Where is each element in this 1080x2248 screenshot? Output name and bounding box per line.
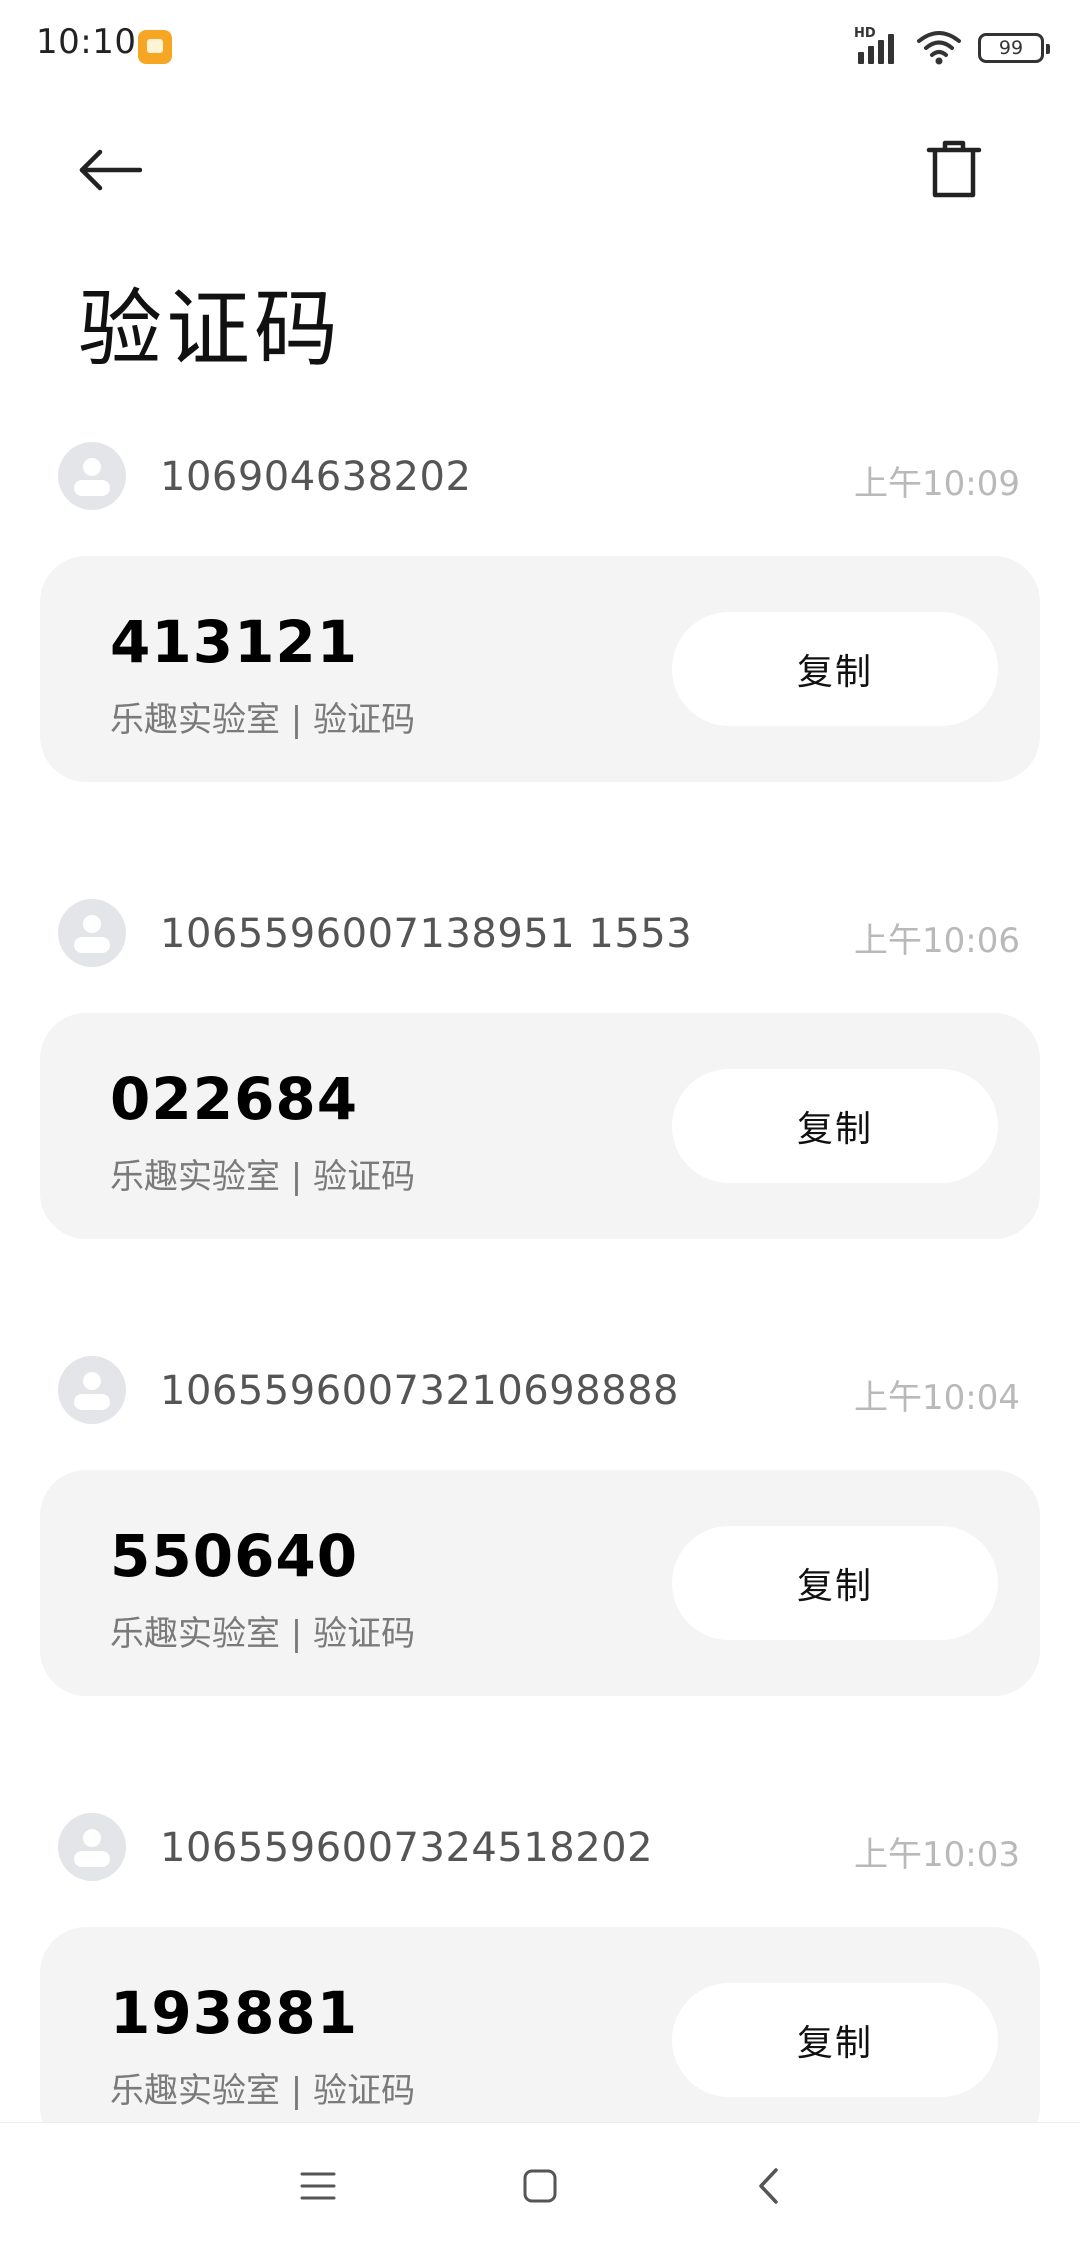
trash-icon (926, 140, 982, 198)
avatar-icon (58, 442, 126, 510)
avatar-icon (58, 899, 126, 967)
message-item: 106904638202 上午10:09 413121 乐趣实验室 | 验证码 … (0, 432, 1080, 889)
sender-row: 106904638202 上午10:09 (58, 432, 1020, 520)
code-description: 乐趣实验室 | 验证码 (110, 1614, 416, 1654)
page-title: 验证码 (78, 280, 343, 378)
message-time: 上午10:06 (854, 921, 1020, 961)
verification-code: 413121 (110, 608, 359, 676)
code-description: 乐趣实验室 | 验证码 (110, 1157, 416, 1197)
status-bar: 10:10 HD 99 (0, 0, 1080, 96)
battery-icon: 99 (978, 33, 1050, 63)
message-item: 10655960073210698888 上午10:04 550640 乐趣实验… (0, 1346, 1080, 1803)
battery-level: 99 (998, 37, 1024, 59)
signal-hd-label: HD (854, 26, 876, 41)
arrow-left-icon (79, 149, 142, 191)
message-item: 1065596007138951 1553 上午10:06 022684 乐趣实… (0, 889, 1080, 1346)
nav-home-button[interactable] (500, 2153, 580, 2219)
status-time: 10:10 (36, 22, 137, 62)
code-description: 乐趣实验室 | 验证码 (110, 700, 416, 740)
code-card: 413121 乐趣实验室 | 验证码 复制 (40, 556, 1040, 782)
delete-button[interactable] (920, 136, 988, 204)
sender-row: 1065596007138951 1553 上午10:06 (58, 889, 1020, 977)
sender-number: 10655960073210698888 (160, 1368, 679, 1414)
message-time: 上午10:04 (854, 1378, 1020, 1418)
chevron-left-icon (759, 2168, 778, 2204)
verification-code: 550640 (110, 1522, 359, 1590)
nav-back-button[interactable] (728, 2153, 808, 2219)
sender-number: 1065596007138951 1553 (160, 911, 693, 957)
menu-icon (300, 2172, 336, 2200)
avatar-icon (58, 1356, 126, 1424)
copy-button[interactable]: 复制 (672, 1983, 998, 2097)
copy-button[interactable]: 复制 (672, 1526, 998, 1640)
sender-number: 1065596007324518202 (160, 1825, 654, 1871)
copy-button[interactable]: 复制 (672, 612, 998, 726)
status-indicators: HD 99 (854, 26, 1050, 70)
system-nav-bar (0, 2122, 1080, 2248)
code-card: 193881 乐趣实验室 | 验证码 复制 (40, 1927, 1040, 2153)
verification-code: 022684 (110, 1065, 359, 1133)
message-time: 上午10:03 (854, 1835, 1020, 1875)
code-card: 550640 乐趣实验室 | 验证码 复制 (40, 1470, 1040, 1696)
sender-row: 1065596007324518202 上午10:03 (58, 1803, 1020, 1891)
cellular-signal-icon: HD (854, 26, 900, 68)
copy-button[interactable]: 复制 (672, 1069, 998, 1183)
wifi-icon (917, 31, 961, 65)
sender-row: 10655960073210698888 上午10:04 (58, 1346, 1020, 1434)
nav-menu-button[interactable] (278, 2153, 358, 2219)
verification-code-list: 106904638202 上午10:09 413121 乐趣实验室 | 验证码 … (0, 432, 1080, 2248)
code-description: 乐趣实验室 | 验证码 (110, 2071, 416, 2111)
message-time: 上午10:09 (854, 464, 1020, 504)
back-button[interactable] (78, 140, 158, 200)
sender-number: 106904638202 (160, 454, 472, 500)
code-card: 022684 乐趣实验室 | 验证码 复制 (40, 1013, 1040, 1239)
notification-app-icon (138, 30, 172, 64)
verification-code: 193881 (110, 1979, 359, 2047)
avatar-icon (58, 1813, 126, 1881)
home-icon (523, 2169, 557, 2203)
